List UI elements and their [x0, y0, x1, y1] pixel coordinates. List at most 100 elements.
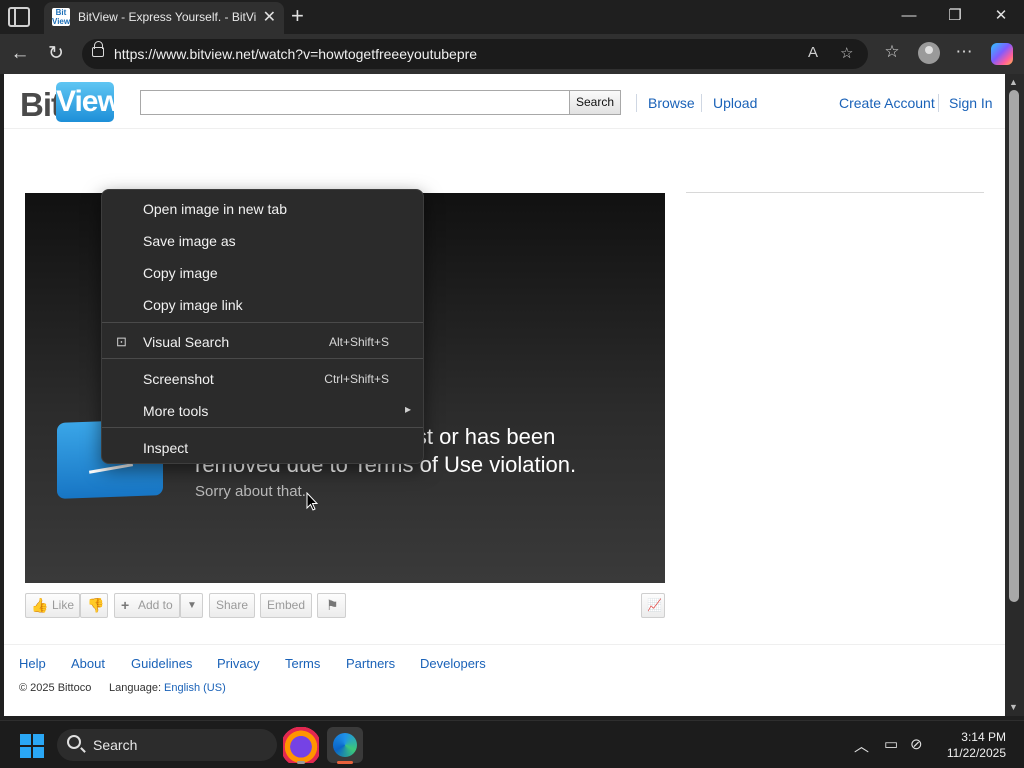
system-clock[interactable]: 3:14 PM 11/22/2025 — [942, 729, 1006, 761]
app-active-indicator — [337, 761, 353, 764]
menu-item-label: Screenshot — [143, 371, 214, 387]
footer-link-help[interactable]: Help — [19, 656, 46, 671]
edge-icon[interactable] — [327, 727, 363, 763]
menu-item-screenshot[interactable]: Screenshot Ctrl+Shift+S — [102, 363, 423, 393]
flag-button[interactable]: ⚑ — [317, 593, 346, 618]
menu-item-visual-search[interactable]: ⊡ Visual Search Alt+Shift+S — [102, 326, 423, 356]
menu-item-label: Open image in new tab — [143, 201, 287, 217]
footer-link-terms[interactable]: Terms — [285, 656, 320, 671]
browse-link[interactable]: Browse — [648, 95, 695, 111]
stats-button[interactable]: 📈 — [641, 593, 665, 618]
app-indicator — [297, 761, 305, 764]
language-select-link[interactable]: English (US) — [164, 682, 226, 694]
add-to-label: Add to — [138, 598, 173, 612]
footer-divider — [4, 644, 1005, 645]
sign-in-link[interactable]: Sign In — [949, 95, 993, 111]
more-options-icon[interactable]: ⋯ — [952, 42, 976, 62]
stats-icon: 📈 — [647, 598, 662, 612]
close-window-icon[interactable]: ✕ — [985, 4, 1017, 28]
read-aloud-icon[interactable]: A — [808, 44, 818, 61]
clock-date: 11/22/2025 — [946, 746, 1006, 760]
menu-item-label: Visual Search — [143, 334, 230, 350]
dropdown-arrow-icon: ▼ — [187, 600, 197, 611]
favorites-icon[interactable]: ☆ — [880, 42, 904, 62]
footer-link-privacy[interactable]: Privacy — [217, 656, 260, 671]
browser-toolbar: ← ↻ https://www.bitview.net/watch?v=howt… — [0, 34, 1024, 74]
restore-icon[interactable]: ❐ — [939, 4, 971, 28]
menu-item-shortcut: Ctrl+Shift+S — [324, 372, 389, 386]
context-menu: Open image in new tab Save image as Copy… — [101, 189, 424, 464]
thumbs-up-icon: 👍 — [31, 597, 49, 613]
error-subtext: Sorry about that. — [195, 483, 306, 500]
bitview-logo[interactable]: Bit View — [20, 82, 121, 124]
header-divider — [4, 128, 1005, 129]
create-account-link[interactable]: Create Account — [839, 95, 935, 111]
add-to-dropdown-button[interactable]: ▼ — [180, 593, 203, 618]
footer-link-guidelines[interactable]: Guidelines — [131, 656, 192, 671]
logo-view-text: View — [56, 82, 121, 122]
nav-separator — [636, 94, 637, 112]
network-volume-icon[interactable]: ⊘ — [910, 735, 923, 753]
submenu-arrow-icon: ▸ — [404, 402, 411, 416]
site-search-input[interactable] — [140, 90, 570, 115]
menu-item-save-image[interactable]: Save image as — [102, 225, 423, 255]
menu-item-label: Copy image — [143, 265, 218, 281]
footer-link-about[interactable]: About — [71, 656, 105, 671]
minimize-icon[interactable]: — — [893, 4, 925, 28]
scroll-up-icon[interactable]: ▲ — [1009, 77, 1018, 87]
menu-item-open-image[interactable]: Open image in new tab — [102, 193, 423, 223]
menu-item-copy-image[interactable]: Copy image — [102, 257, 423, 287]
footer-link-partners[interactable]: Partners — [346, 656, 395, 671]
nav-separator — [938, 94, 939, 112]
embed-button[interactable]: Embed — [260, 593, 312, 618]
like-button[interactable]: 👍 Like — [25, 593, 80, 618]
sidebar-divider — [686, 192, 984, 193]
menu-item-more-tools[interactable]: More tools ▸ — [102, 395, 423, 425]
refresh-icon[interactable]: ↻ — [44, 42, 68, 66]
profile-avatar-icon[interactable] — [918, 42, 940, 64]
upload-link[interactable]: Upload — [713, 95, 757, 111]
new-tab-icon[interactable]: + — [291, 3, 304, 29]
dislike-button[interactable]: 👎 — [80, 593, 108, 618]
menu-item-label: Copy image link — [143, 297, 243, 313]
display-icon[interactable]: ▭ — [884, 735, 898, 753]
share-button[interactable]: Share — [209, 593, 255, 618]
taskbar-search-box[interactable]: Search — [57, 729, 277, 761]
back-icon[interactable]: ← — [8, 42, 32, 66]
tray-chevron-icon[interactable]: ︿ — [854, 735, 869, 756]
menu-item-label: Save image as — [143, 233, 236, 249]
page-scrollbar[interactable]: ▲ ▼ — [1005, 74, 1024, 716]
menu-separator — [102, 322, 423, 323]
plus-icon: + — [121, 597, 130, 613]
footer-link-developers[interactable]: Developers — [420, 656, 486, 671]
menu-item-shortcut: Alt+Shift+S — [328, 335, 389, 349]
tab-close-icon[interactable]: ✕ — [263, 7, 276, 27]
tab-actions-icon[interactable] — [8, 7, 30, 27]
address-bar[interactable]: https://www.bitview.net/watch?v=howtoget… — [82, 39, 868, 69]
search-icon — [67, 735, 81, 749]
browser-tab[interactable]: Bit View BitView - Express Yourself. - B… — [44, 2, 284, 34]
menu-separator — [102, 358, 423, 359]
windows-start-icon[interactable] — [20, 734, 44, 758]
bitview-favicon-icon: Bit View — [52, 8, 71, 26]
thumbs-down-icon: 👎 — [87, 597, 105, 613]
add-to-button[interactable]: + Add to — [114, 593, 180, 618]
menu-item-copy-image-link[interactable]: Copy image link — [102, 289, 423, 319]
scroll-down-icon[interactable]: ▼ — [1009, 702, 1018, 712]
url-text: https://www.bitview.net/watch?v=howtoget… — [114, 46, 478, 62]
favorite-star-icon[interactable]: ☆ — [840, 44, 853, 62]
copilot-icon[interactable] — [991, 43, 1013, 65]
browser-tab-bar: Bit View BitView - Express Yourself. - B… — [0, 0, 1024, 34]
site-search-button[interactable]: Search — [569, 90, 621, 115]
visual-search-icon: ⊡ — [116, 334, 127, 349]
lock-icon — [92, 41, 104, 57]
firefox-icon[interactable] — [283, 727, 319, 763]
scrollbar-thumb[interactable] — [1009, 90, 1019, 602]
like-label: Like — [52, 598, 75, 612]
tab-title: BitView - Express Yourself. - BitView — [78, 10, 256, 24]
copyright-text: © 2025 Bittoco — [19, 682, 92, 694]
menu-item-label: Inspect — [143, 440, 189, 456]
menu-item-inspect[interactable]: Inspect — [102, 432, 423, 462]
menu-item-label: More tools — [143, 403, 209, 419]
language-label: Language: — [109, 682, 161, 694]
